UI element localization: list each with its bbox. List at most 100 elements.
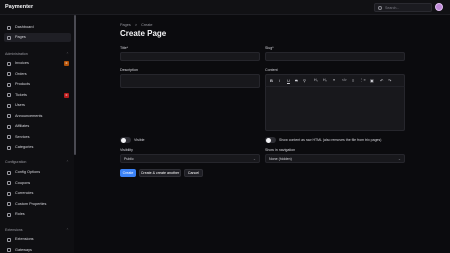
tag-icon (7, 181, 11, 185)
sidebar-item-label: Coupons (15, 180, 31, 185)
sidebar-item-extensions[interactable]: Extensions (4, 235, 71, 244)
title-input[interactable] (120, 52, 260, 61)
slug-label: Slug* (265, 46, 274, 50)
sidebar-item-label: Dashboard (15, 25, 34, 30)
brand-logo[interactable]: Paymenter (5, 4, 33, 10)
breadcrumb: Pages > Create (120, 23, 156, 27)
visible-label: Visible (134, 137, 145, 142)
megaphone-icon (7, 114, 11, 118)
sidebar-item-label: Extensions (15, 237, 34, 242)
sidebar-item-roles[interactable]: Roles (4, 210, 71, 219)
create-another-button[interactable]: Create & create another (139, 169, 181, 177)
sidebar-item-label: Tickets (15, 92, 27, 97)
visibility-label: Visibility (120, 148, 133, 152)
breadcrumb-pages[interactable]: Pages (120, 23, 131, 27)
create-button[interactable]: Create (120, 169, 136, 177)
heading2-icon[interactable]: H₂ (323, 78, 327, 82)
search-box[interactable]: Search... (374, 3, 432, 12)
sidebar-item-orders[interactable]: Orders (4, 70, 71, 79)
slug-input[interactable] (265, 52, 405, 61)
sidebar-item-label: Categories (15, 145, 34, 150)
sidebar-item-currencies[interactable]: Currencies (4, 189, 71, 198)
heading1-icon[interactable]: H₁ (314, 78, 318, 82)
bullet-list-icon[interactable]: ≡ (352, 78, 354, 83)
sliders-icon (7, 170, 11, 175)
invoice-icon (7, 61, 11, 66)
visible-toggle[interactable] (120, 137, 131, 143)
quote-icon[interactable]: ❝ (333, 78, 335, 83)
sidebar-item-label: Products (15, 82, 30, 87)
document-icon (7, 35, 11, 40)
link-icon[interactable]: ⚲ (303, 78, 306, 83)
content-editor[interactable] (265, 86, 405, 131)
number-list-icon[interactable]: ⋮≡ (360, 78, 366, 82)
sidebar-item-coupons[interactable]: Coupons (4, 179, 71, 188)
sidebar-item-label: Affiliates (15, 124, 30, 129)
bold-icon[interactable]: B (270, 78, 273, 83)
sidebar-item-affiliates[interactable]: Affiliates (4, 122, 71, 131)
sidebar-item-custom-properties[interactable]: Custom Properties (4, 200, 71, 209)
chevron-up-icon[interactable]: ⌃ (66, 160, 69, 164)
sidebar-item-label: Roles (15, 212, 25, 217)
sidebar-scrollbar[interactable] (74, 15, 76, 155)
sidebar-item-label: Gateways (15, 247, 32, 252)
tickets-count-badge: 0 (64, 92, 69, 98)
top-bar: Paymenter Search... (0, 0, 450, 15)
code-icon[interactable]: </> (342, 78, 347, 82)
image-icon[interactable]: ▣ (370, 78, 374, 83)
toggle-knob (265, 137, 271, 143)
sidebar-item-services[interactable]: Services (4, 133, 71, 142)
sidebar-item-label: Pages (15, 35, 26, 40)
description-label: Description (120, 68, 138, 72)
undo-icon[interactable]: ↶ (380, 78, 383, 83)
sidebar-item-tickets[interactable]: Tickets 0 (4, 91, 71, 100)
shield-icon (7, 212, 11, 217)
sidebar-item-pages[interactable]: Pages (4, 33, 71, 42)
raw-html-label: Show content as raw HTML (also removes t… (279, 137, 382, 142)
description-input[interactable] (120, 74, 260, 88)
section-configuration[interactable]: Configuration (5, 160, 26, 164)
credit-card-icon (7, 248, 11, 252)
puzzle-icon (7, 237, 11, 242)
search-input[interactable]: Search... (385, 6, 399, 10)
breadcrumb-create: Create (141, 23, 153, 27)
sidebar-item-label: Config Options (15, 170, 41, 175)
search-icon (378, 6, 382, 10)
show-in-nav-select[interactable]: None (hidden) ⌄ (265, 154, 405, 163)
sidebar-item-config-options[interactable]: Config Options (4, 168, 71, 177)
redo-icon[interactable]: ↷ (388, 78, 391, 83)
sidebar-item-label: Invoices (15, 61, 29, 66)
sidebar-item-label: Currencies (15, 191, 34, 196)
breadcrumb-separator: > (134, 23, 138, 27)
chevron-up-icon[interactable]: ⌃ (66, 228, 69, 232)
section-extensions[interactable]: Extensions (5, 228, 23, 232)
sidebar-item-categories[interactable]: Categories (4, 143, 71, 152)
sidebar-item-label: Orders (15, 71, 27, 76)
sidebar-item-products[interactable]: Products (4, 80, 71, 89)
italic-icon[interactable]: I (279, 78, 280, 83)
cancel-button[interactable]: Cancel (184, 169, 203, 177)
show-in-nav-label: Show in navigation (265, 148, 296, 152)
cart-icon (7, 72, 11, 76)
avatar[interactable] (435, 3, 443, 11)
visibility-select[interactable]: Public ⌄ (120, 154, 260, 163)
sidebar-item-gateways[interactable]: Gateways (4, 246, 71, 253)
chevron-up-icon[interactable]: ⌃ (66, 52, 69, 56)
section-administration[interactable]: Administration (5, 52, 28, 56)
sidebar-item-announcements[interactable]: Announcements (4, 112, 71, 121)
sidebar-item-invoices[interactable]: Invoices 0 (4, 59, 71, 68)
raw-html-toggle[interactable] (265, 137, 276, 143)
chevron-down-icon: ⌄ (397, 156, 401, 161)
currency-icon (7, 191, 11, 196)
toggle-knob (120, 137, 126, 143)
strike-icon[interactable]: S (295, 78, 298, 83)
show-in-nav-value: None (hidden) (269, 157, 292, 162)
underline-icon[interactable]: U (287, 78, 290, 83)
sidebar-item-label: Services (15, 134, 30, 139)
share-icon (7, 124, 11, 129)
visibility-value: Public (124, 157, 134, 162)
sidebar-item-label: Custom Properties (15, 201, 47, 206)
sidebar-item-dashboard[interactable]: Dashboard (4, 23, 71, 32)
sidebar-item-users[interactable]: Users (4, 101, 71, 110)
users-icon (7, 103, 11, 108)
